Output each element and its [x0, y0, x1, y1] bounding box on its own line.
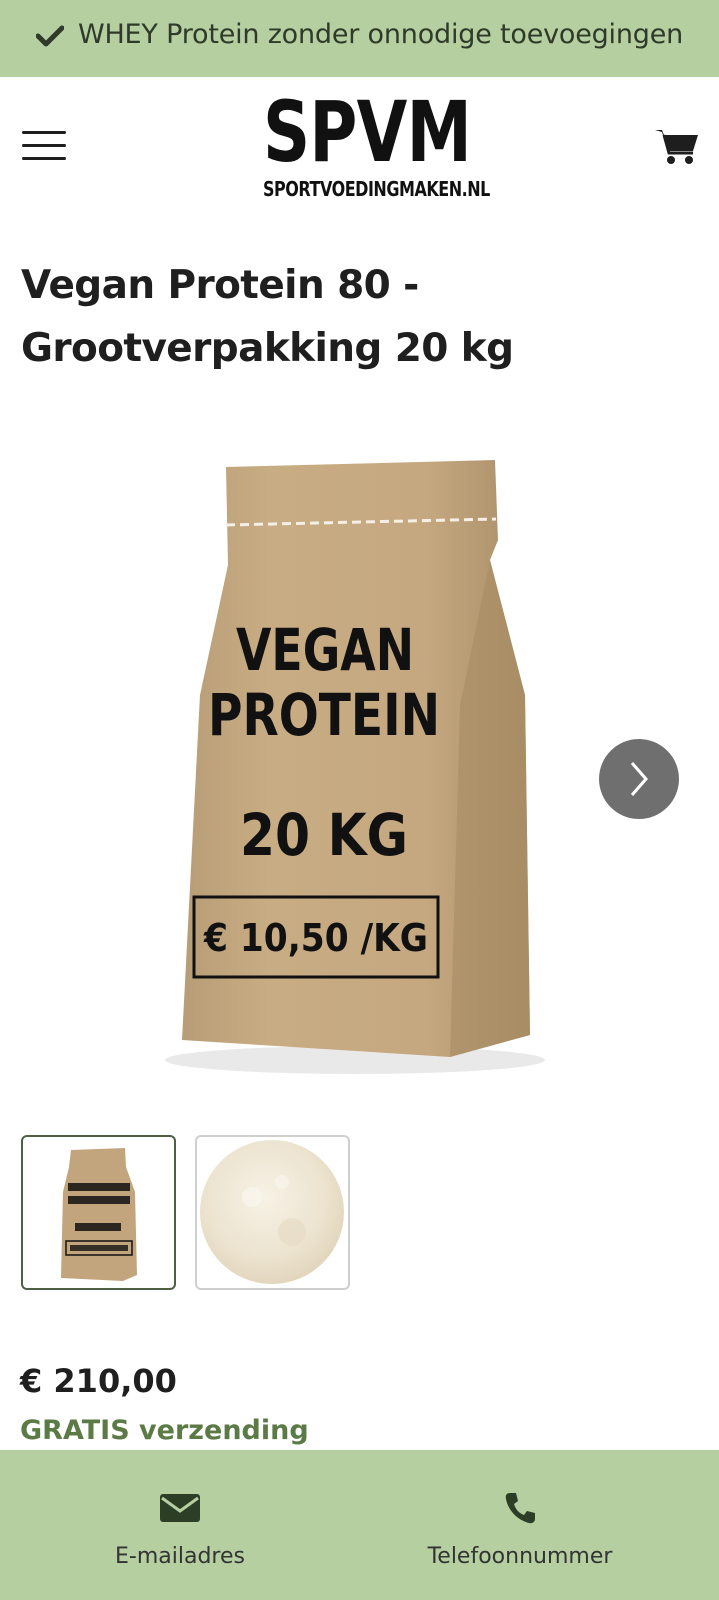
- thumbnail-bag-image: [61, 1148, 137, 1281]
- product-title: Vegan Protein 80 - Grootverpakking 20 kg: [21, 254, 681, 380]
- bag-text-line2: PROTEIN: [208, 681, 440, 749]
- email-label: E-mailadres: [115, 1544, 245, 1569]
- logo-sub-text: SPORTVOEDINGMAKEN.NL: [263, 177, 490, 201]
- announcement-text: WHEY Protein zonder onnodige toevoeginge…: [77, 19, 684, 50]
- product-title-line1: Vegan Protein 80 -: [21, 263, 419, 308]
- shipping-info: GRATIS verzending: [20, 1415, 309, 1446]
- menu-icon[interactable]: [22, 131, 66, 161]
- thumbnail-powder[interactable]: [195, 1135, 350, 1290]
- contact-bar: E-mailadres Telefoonnummer: [0, 1450, 719, 1600]
- next-image-button[interactable]: [599, 739, 679, 819]
- thumbnail-bag[interactable]: [21, 1135, 176, 1290]
- phone-contact-button[interactable]: Telefoonnummer: [340, 1450, 700, 1600]
- announcement-bar: WHEY Protein zonder onnodige toevoeginge…: [0, 0, 719, 77]
- phone-label: Telefoonnummer: [427, 1544, 613, 1569]
- chevron-right-icon: [630, 762, 648, 796]
- site-header: SPVM SPORTVOEDINGMAKEN.NL: [0, 77, 719, 217]
- phone-icon: [505, 1493, 535, 1524]
- product-price: € 210,00: [20, 1362, 177, 1400]
- bag-text-line1: VEGAN: [236, 616, 414, 684]
- envelope-icon: [160, 1494, 200, 1522]
- product-title-line2: Grootverpakking 20 kg: [21, 326, 514, 371]
- cart-icon[interactable]: [655, 127, 699, 165]
- site-logo[interactable]: SPVM SPORTVOEDINGMAKEN.NL: [263, 83, 490, 201]
- check-icon: [35, 25, 64, 46]
- bag-text-price: € 10,50 /KG: [203, 916, 428, 960]
- thumbnail-powder-image: [200, 1140, 344, 1284]
- logo-main-text: SPVM: [263, 83, 472, 181]
- product-image: VEGAN PROTEIN 20 KG € 10,50 /KG: [165, 460, 545, 1074]
- bag-text-weight: 20 KG: [240, 801, 408, 869]
- email-contact-button[interactable]: E-mailadres: [0, 1450, 360, 1600]
